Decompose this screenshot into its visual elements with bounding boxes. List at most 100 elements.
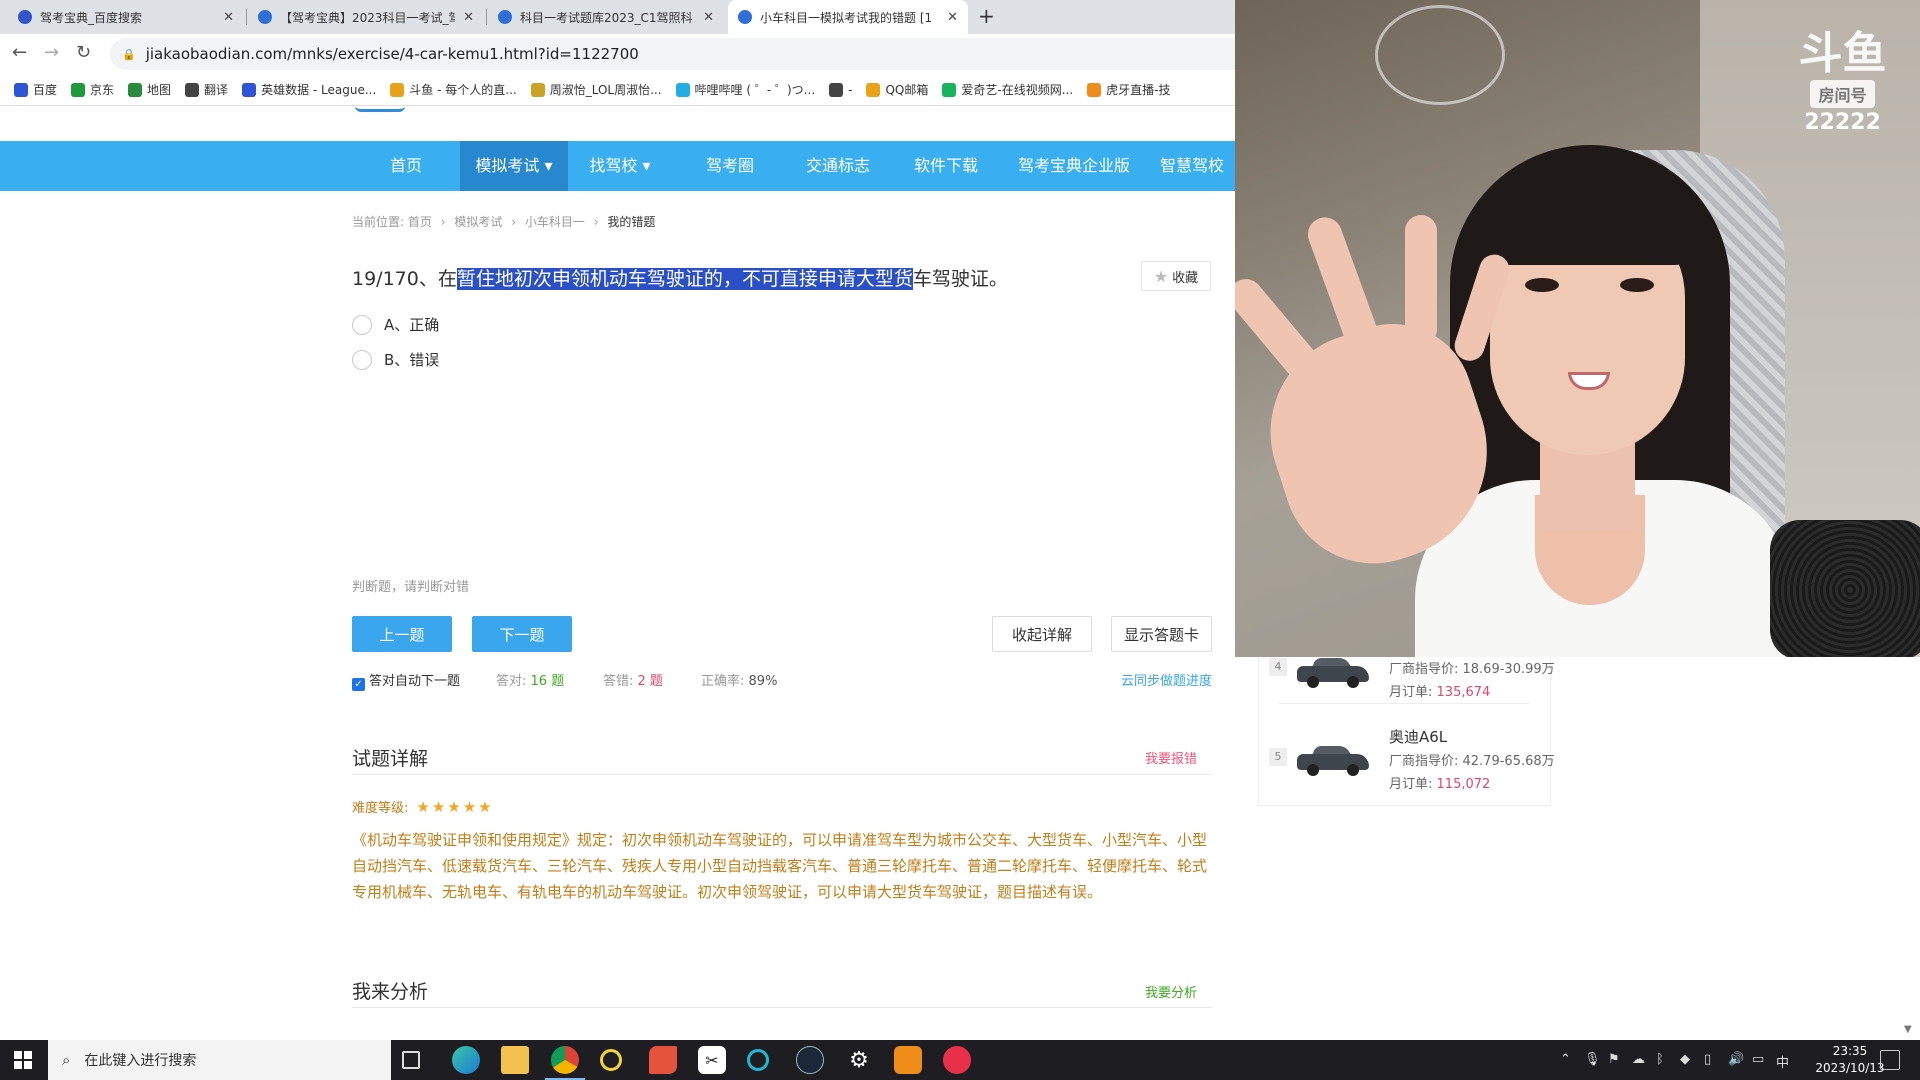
- tab-kemu1-bank[interactable]: 科目一考试题库2023_C1驾照科 ✕: [488, 0, 724, 34]
- forward-arrow-icon[interactable]: →: [44, 42, 59, 63]
- notification-icon[interactable]: [1880, 1050, 1900, 1070]
- tab-baidu-search[interactable]: 驾考宝典_百度搜索 ✕: [8, 0, 244, 34]
- breadcrumb-current: 我的错题: [607, 215, 656, 229]
- nav-find-school[interactable]: 找驾校 ▾: [580, 141, 660, 191]
- app-tray-icon[interactable]: ◆: [1680, 1052, 1690, 1067]
- tab-separator: [486, 9, 487, 25]
- scrollbar-down-arrow[interactable]: ▼: [1904, 1024, 1912, 1035]
- bookmark-favicon-icon: [675, 82, 690, 97]
- breadcrumb-mock-exam[interactable]: 模拟考试: [454, 215, 502, 229]
- nav-enterprise[interactable]: 驾考宝典企业版: [1012, 141, 1136, 191]
- bookmark-favicon-icon: [530, 82, 545, 97]
- favorite-button[interactable]: ★ 收藏: [1141, 261, 1211, 291]
- car-name[interactable]: 奥迪A6L: [1389, 726, 1447, 747]
- bookmark-item[interactable]: 哔哩哔哩 ( ゜- ゜)つ...: [675, 81, 815, 98]
- ranking-item[interactable]: 5 奥迪A6L 厂商指导价: 42.79-65.68万 月订单: 115,072: [1269, 726, 1555, 798]
- reload-icon[interactable]: ↻: [76, 42, 91, 63]
- collapse-detail-button[interactable]: 收起详解: [992, 616, 1092, 652]
- bookmark-item[interactable]: 英雄数据 - League...: [242, 81, 376, 98]
- file-explorer-icon[interactable]: [501, 1046, 529, 1074]
- system-clock[interactable]: 23:35 2023/10/13: [1810, 1043, 1890, 1077]
- accuracy: 正确率: 89%: [701, 670, 777, 689]
- ranking-item[interactable]: 4 厂商指导价: 18.69-30.99万 月订单: 135,674: [1269, 656, 1555, 728]
- close-icon[interactable]: ✕: [947, 10, 958, 25]
- nav-circle[interactable]: 驾考圈: [694, 141, 766, 191]
- tab-jiakao-2023[interactable]: 【驾考宝典】2023科目一考试_驾 ✕: [248, 0, 484, 34]
- radio-button[interactable]: [352, 349, 372, 370]
- bookmark-item[interactable]: 百度: [14, 81, 57, 98]
- bookmark-favicon-icon: [1087, 82, 1102, 97]
- answer-card-button[interactable]: 显示答题卡: [1111, 616, 1212, 652]
- nav-mock-exam[interactable]: 模拟考试 ▾: [460, 141, 568, 191]
- windows-start-icon[interactable]: [14, 1051, 32, 1069]
- nav-software-download[interactable]: 软件下载: [904, 141, 988, 191]
- streamer-finger: [1303, 212, 1383, 356]
- add-analysis-link[interactable]: 我要分析: [1145, 982, 1197, 1001]
- tray-chevron-up-icon[interactable]: ⌃: [1560, 1052, 1571, 1067]
- network-icon[interactable]: ▭: [1752, 1052, 1764, 1067]
- wrong-count: 答错: 2 题: [603, 670, 663, 689]
- option-a[interactable]: A、正确: [352, 314, 439, 335]
- netease-music-icon[interactable]: [943, 1046, 971, 1074]
- breadcrumb: 当前位置: 首页 › 模拟考试 › 小车科目一 › 我的错题: [352, 213, 655, 230]
- new-tab-button[interactable]: +: [978, 4, 995, 28]
- url-field[interactable]: 🔒 jiakaobaodian.com/mnks/exercise/4-car-…: [110, 38, 1235, 70]
- bookmark-item[interactable]: -: [829, 82, 852, 97]
- bookmark-item[interactable]: 斗鱼 - 每个人的直...: [390, 81, 517, 98]
- task-view-icon[interactable]: [402, 1051, 420, 1069]
- correct-value: 16 题: [530, 674, 565, 689]
- bookmark-item[interactable]: 翻译: [185, 81, 228, 98]
- app-orange-icon[interactable]: [894, 1046, 922, 1074]
- breadcrumb-home[interactable]: 首页: [408, 215, 432, 229]
- nav-smart-school[interactable]: 智慧驾校: [1160, 141, 1235, 191]
- car-thumbnail[interactable]: [1297, 658, 1369, 688]
- car-thumbnail[interactable]: [1297, 746, 1369, 776]
- taskbar-search[interactable]: ⌕ 在此键入进行搜索: [48, 1040, 391, 1080]
- report-error-link[interactable]: 我要报错: [1145, 748, 1197, 767]
- bookmark-item[interactable]: 周淑怡_LOL周淑怡...: [530, 81, 662, 98]
- bookmark-favicon-icon: [128, 82, 143, 97]
- sync-progress-link[interactable]: 云同步做题进度: [1121, 670, 1212, 689]
- app-ring-icon[interactable]: [600, 1049, 622, 1071]
- bookmark-favicon-icon: [390, 82, 405, 97]
- bookmark-item[interactable]: 京东: [71, 81, 114, 98]
- bookmark-item[interactable]: 爱奇艺-在线视频网...: [942, 81, 1073, 98]
- app-bird-icon[interactable]: [649, 1046, 677, 1074]
- option-b[interactable]: B、错误: [352, 349, 439, 370]
- rank-number: 5: [1269, 748, 1287, 766]
- bookmark-item[interactable]: 地图: [128, 81, 171, 98]
- auto-next-checkbox[interactable]: ✓ 答对自动下一题: [352, 670, 460, 691]
- nav-traffic-signs[interactable]: 交通标志: [796, 141, 880, 191]
- steam-icon[interactable]: [796, 1046, 824, 1074]
- flag-icon[interactable]: ⚑: [1608, 1052, 1620, 1067]
- nav-home[interactable]: 首页: [370, 141, 442, 191]
- app-circle-icon[interactable]: [747, 1049, 769, 1071]
- chrome-icon[interactable]: [545, 1046, 585, 1080]
- correct-label: 答对:: [496, 674, 527, 689]
- close-icon[interactable]: ✕: [223, 10, 234, 25]
- chevron-down-icon: ▾: [544, 156, 553, 175]
- ime-indicator[interactable]: 中: [1776, 1052, 1789, 1071]
- gear-icon[interactable]: ⚙: [845, 1046, 873, 1074]
- checkbox-checked-icon[interactable]: ✓: [352, 678, 365, 691]
- breadcrumb-kemu1[interactable]: 小车科目一: [525, 215, 585, 229]
- cloud-icon[interactable]: ☁: [1632, 1052, 1645, 1067]
- question-number: 19/170、在: [352, 268, 457, 290]
- prev-question-button[interactable]: 上一题: [352, 616, 452, 652]
- divider: [352, 774, 1212, 775]
- volume-icon[interactable]: 🔊: [1728, 1052, 1744, 1067]
- battery-icon[interactable]: ▯: [1704, 1052, 1711, 1067]
- bookmark-item[interactable]: QQ邮箱: [866, 81, 928, 98]
- bookmark-item[interactable]: 虎牙直播-技: [1087, 81, 1171, 98]
- edge-icon[interactable]: [452, 1046, 480, 1074]
- close-icon[interactable]: ✕: [463, 10, 474, 25]
- close-icon[interactable]: ✕: [703, 10, 714, 25]
- microphone-icon[interactable]: 🎙: [1584, 1052, 1601, 1067]
- bluetooth-icon[interactable]: ᛒ: [1656, 1052, 1664, 1067]
- next-question-button[interactable]: 下一题: [472, 616, 572, 652]
- radio-button[interactable]: [352, 314, 372, 335]
- back-arrow-icon[interactable]: ←: [12, 42, 27, 63]
- tab-wrong-questions[interactable]: 小车科目一模拟考试我的错题 [1 ✕: [728, 0, 968, 34]
- bookmark-label: 斗鱼 - 每个人的直...: [409, 83, 517, 97]
- app-capture-icon[interactable]: ✂: [698, 1046, 726, 1074]
